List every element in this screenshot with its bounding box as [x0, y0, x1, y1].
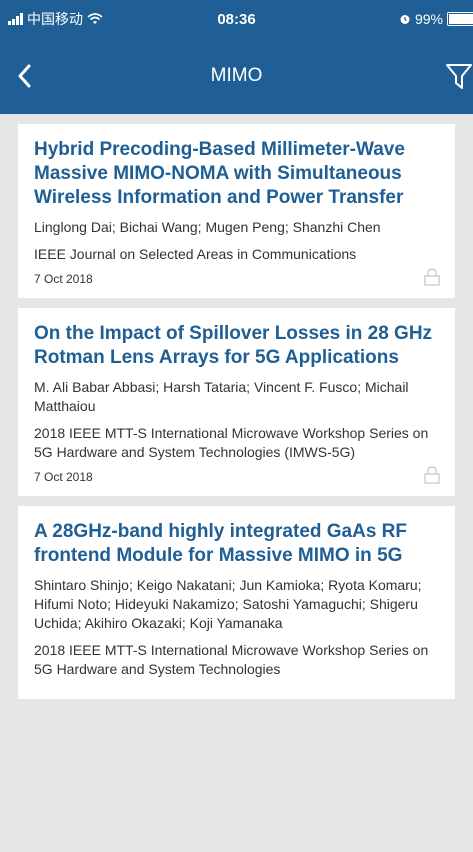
alarm-icon	[400, 15, 410, 24]
article-date: 7 Oct 2018	[34, 470, 93, 484]
article-authors: M. Ali Babar Abbasi; Harsh Tataria; Vinc…	[34, 379, 409, 414]
article-card[interactable]: A 28GHz-band highly integrated GaAs RF f…	[18, 506, 455, 699]
carrier-label: 中国移动	[27, 11, 83, 27]
status-left: 中国移动	[8, 9, 103, 29]
article-publication: IEEE Journal on Selected Areas in Commun…	[34, 246, 357, 262]
back-button[interactable]	[4, 38, 44, 114]
status-bar: 中国移动 08:36 99%	[0, 0, 473, 38]
wifi-icon	[87, 13, 103, 24]
article-authors: Linglong Dai; Bichai Wang; Mugen Peng; S…	[34, 219, 381, 235]
article-date: 7 Oct 2018	[34, 272, 93, 286]
nav-bar: MIMO	[0, 38, 473, 114]
filter-icon	[446, 64, 472, 89]
battery-icon	[447, 12, 473, 26]
filter-button[interactable]	[443, 38, 473, 114]
lock-icon	[424, 268, 440, 286]
article-card[interactable]: On the Impact of Spillover Losses in 28 …	[18, 308, 455, 496]
battery-percent: 99%	[414, 11, 443, 27]
article-title[interactable]: A 28GHz-band highly integrated GaAs RF f…	[34, 520, 439, 568]
article-card[interactable]: Hybrid Precoding-Based Millimeter-Wave M…	[18, 124, 455, 298]
article-list: Hybrid Precoding-Based Millimeter-Wave M…	[0, 114, 473, 699]
status-right: 99%	[399, 11, 473, 27]
signal-icon	[8, 13, 23, 25]
article-title[interactable]: Hybrid Precoding-Based Millimeter-Wave M…	[34, 138, 439, 210]
article-title[interactable]: On the Impact of Spillover Losses in 28 …	[34, 322, 439, 370]
article-publication: 2018 IEEE MTT-S International Microwave …	[34, 642, 429, 677]
chevron-left-icon	[18, 64, 31, 88]
lock-icon	[424, 466, 440, 484]
page-title: MIMO	[210, 65, 263, 86]
article-authors: Shintaro Shinjo; Keigo Nakatani; Jun Kam…	[34, 577, 422, 631]
top-bar: 中国移动 08:36 99% MIMO	[0, 0, 473, 114]
article-publication: 2018 IEEE MTT-S International Microwave …	[34, 425, 429, 460]
